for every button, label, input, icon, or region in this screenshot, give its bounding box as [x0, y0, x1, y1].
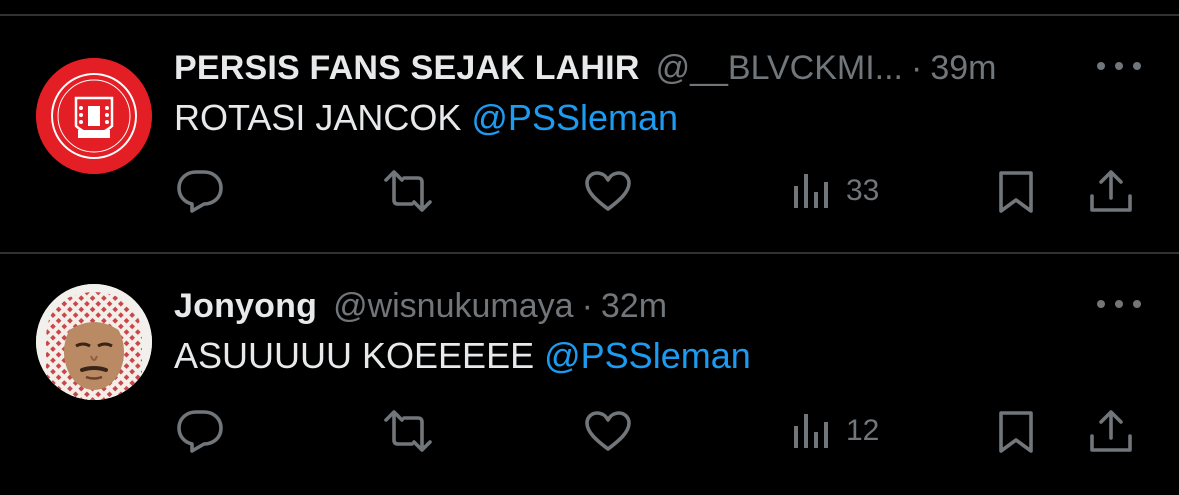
reply-button[interactable] [176, 408, 224, 454]
tweet-2[interactable]: Jonyong @wisnukumaya · 32m ASUUUUU KOEEE… [0, 254, 1179, 495]
views-button[interactable]: 12 [792, 412, 879, 450]
share-icon [1090, 410, 1132, 452]
timestamp[interactable]: 32m [601, 286, 667, 326]
tweet-text: ASUUUUU KOEEEEE @PSSleman [174, 334, 751, 378]
views-count: 33 [846, 174, 880, 207]
retweet-button[interactable] [384, 410, 432, 452]
separator-dot: · [911, 49, 923, 87]
mention-link[interactable]: @PSSleman [471, 97, 678, 138]
user-photo-avatar [36, 284, 152, 400]
more-icon[interactable] [1097, 294, 1141, 314]
views-button[interactable]: 33 [792, 172, 879, 210]
like-button[interactable] [584, 410, 632, 452]
tweet-text-content: ASUUUUU KOEEEEE [174, 335, 535, 376]
avatar[interactable] [36, 284, 152, 400]
more-icon[interactable] [1097, 56, 1141, 76]
reply-button[interactable] [176, 168, 224, 214]
retweet-icon [384, 170, 432, 212]
retweet-icon [384, 410, 432, 452]
views-count: 12 [846, 414, 880, 447]
views-icon [794, 414, 828, 448]
bookmark-icon [999, 171, 1033, 213]
bookmark-button[interactable] [998, 170, 1034, 214]
reply-icon [177, 410, 223, 453]
tweet-header: PERSIS FANS SEJAK LAHIR @__BLVCKMI... · … [174, 48, 996, 88]
share-button[interactable] [1088, 168, 1134, 214]
user-handle[interactable]: @__BLVCKMI... [656, 48, 903, 88]
reply-icon [177, 170, 223, 213]
mention-link[interactable]: @PSSleman [544, 335, 751, 376]
timestamp[interactable]: 39m [930, 48, 996, 88]
user-handle[interactable]: @wisnukumaya [333, 286, 574, 326]
persis-logo-icon [36, 58, 152, 174]
like-icon [585, 171, 631, 211]
like-button[interactable] [584, 170, 632, 212]
retweet-button[interactable] [384, 170, 432, 212]
share-icon [1090, 170, 1132, 212]
separator-dot: · [581, 287, 593, 325]
tweet-header: Jonyong @wisnukumaya · 32m [174, 286, 667, 326]
action-bar: 12 [0, 400, 1179, 460]
tweet-1[interactable]: PERSIS FANS SEJAK LAHIR @__BLVCKMI... · … [0, 16, 1179, 252]
like-icon [585, 411, 631, 451]
display-name[interactable]: Jonyong [174, 286, 317, 326]
tweet-text: ROTASI JANCOK @PSSleman [174, 96, 678, 140]
avatar[interactable] [36, 58, 152, 174]
tweet-text-content: ROTASI JANCOK [174, 97, 462, 138]
share-button[interactable] [1088, 408, 1134, 454]
bookmark-button[interactable] [998, 410, 1034, 454]
action-bar: 33 [0, 160, 1179, 220]
bookmark-icon [999, 411, 1033, 453]
display-name[interactable]: PERSIS FANS SEJAK LAHIR [174, 48, 640, 88]
views-icon [794, 174, 828, 208]
